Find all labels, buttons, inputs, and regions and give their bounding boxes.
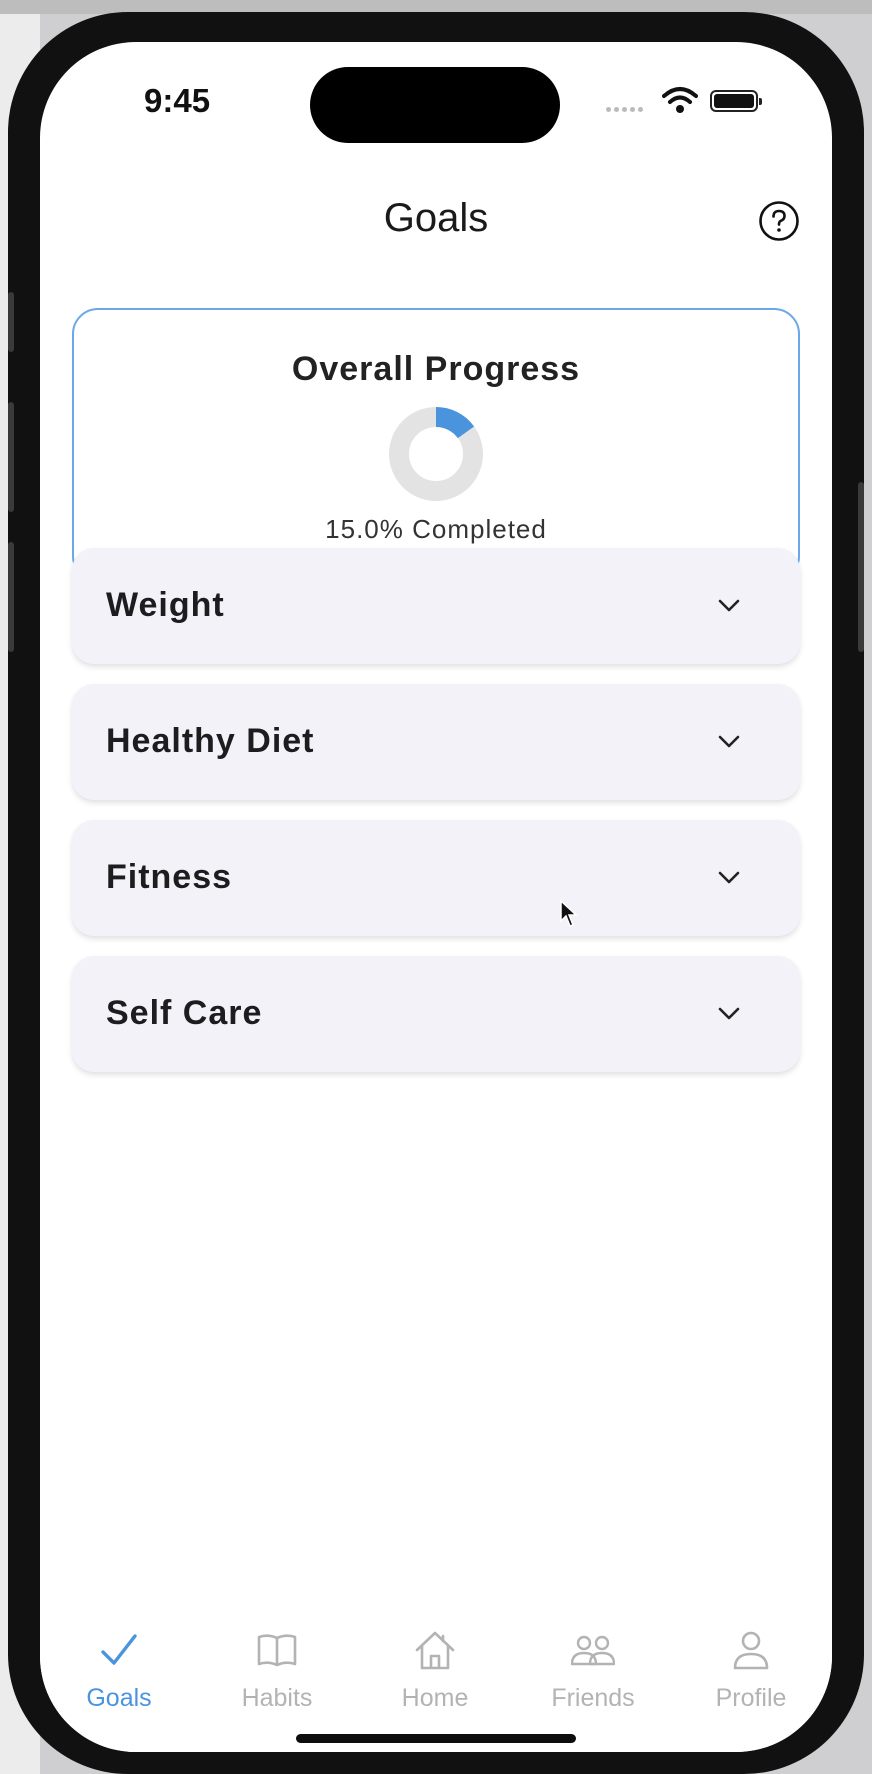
house-icon	[415, 1631, 455, 1670]
tab-label: Profile	[715, 1684, 787, 1712]
tab-label: Habits	[241, 1684, 313, 1712]
book-icon	[257, 1634, 297, 1667]
tab-habits[interactable]: Habits	[198, 1572, 356, 1712]
chevron-down-icon	[718, 1007, 740, 1020]
tab-home[interactable]: Home	[356, 1572, 514, 1712]
goal-item-healthy-diet[interactable]: Healthy Diet	[72, 684, 800, 800]
tab-bar: Goals Habits Home Friends Profile	[40, 1572, 832, 1752]
people-icon	[571, 1635, 615, 1666]
battery-icon	[710, 90, 762, 112]
tab-label: Goals	[86, 1684, 152, 1712]
goal-label: Weight	[106, 586, 225, 624]
power-button	[858, 482, 864, 652]
goal-label: Healthy Diet	[106, 722, 315, 760]
chevron-down-icon	[718, 735, 740, 748]
cursor-icon	[560, 900, 578, 927]
overall-progress-card: Overall Progress 15.0% Completed	[72, 308, 800, 582]
wifi-icon	[662, 87, 698, 113]
chevron-down-icon	[718, 871, 740, 884]
goal-label: Fitness	[106, 858, 233, 896]
goal-item-self-care[interactable]: Self Care	[72, 956, 800, 1072]
volume-up-button	[8, 402, 14, 512]
goal-item-fitness[interactable]: Fitness	[72, 820, 800, 936]
status-time: 9:45	[144, 82, 211, 119]
cellular-signal-icon	[606, 99, 646, 117]
tab-label: Home	[401, 1684, 469, 1712]
progress-completed-text: 15.0% Completed	[325, 514, 547, 544]
progress-ring	[389, 407, 483, 501]
goal-label: Self Care	[106, 994, 263, 1032]
tab-friends[interactable]: Friends	[514, 1572, 672, 1712]
person-icon	[733, 1631, 769, 1670]
app-screen: 9:45 Goals Overall Progress 15.0% Comple…	[40, 42, 832, 1752]
checkmark-icon	[101, 1634, 137, 1665]
page-title: Goals	[383, 196, 489, 240]
overall-progress-title: Overall Progress	[291, 350, 581, 388]
dynamic-island	[310, 67, 560, 143]
tab-profile[interactable]: Profile	[672, 1572, 830, 1712]
mute-switch	[8, 292, 14, 352]
chevron-down-icon	[718, 599, 740, 612]
volume-down-button	[8, 542, 14, 652]
goal-item-weight[interactable]: Weight	[72, 548, 800, 664]
home-indicator	[296, 1734, 576, 1743]
tab-label: Friends	[551, 1684, 635, 1712]
help-icon[interactable]	[758, 200, 800, 242]
tab-goals[interactable]: Goals	[40, 1572, 198, 1712]
